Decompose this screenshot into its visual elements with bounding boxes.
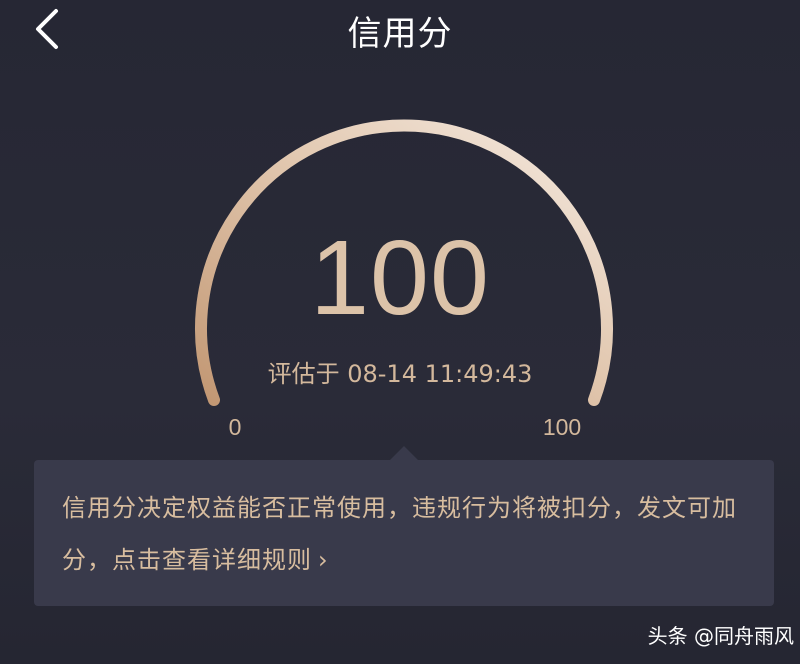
evaluation-prefix: 评估于 [267, 360, 340, 388]
evaluation-timestamp: 08-14 11:49:43 [347, 360, 533, 388]
gauge-max-label: 100 [542, 414, 582, 440]
chevron-right-icon: › [318, 546, 329, 574]
credit-rules-link[interactable]: 信用分决定权益能否正常使用，违规行为将被扣分，发文可加分，点击查看详细规则 › [62, 482, 746, 586]
credit-rules-info-panel: 信用分决定权益能否正常使用，违规行为将被扣分，发文可加分，点击查看详细规则 › [34, 460, 774, 606]
gauge-min-label: 0 [228, 414, 242, 440]
watermark-text: 头条 @同舟雨风 [647, 624, 794, 648]
credit-score-value: 100 [310, 219, 490, 337]
info-panel-pointer [390, 446, 418, 460]
credit-rules-text: 信用分决定权益能否正常使用，违规行为将被扣分，发文可加分，点击查看详细规则 [62, 494, 737, 574]
evaluation-time: 评估于 08-14 11:49:43 [200, 354, 600, 389]
